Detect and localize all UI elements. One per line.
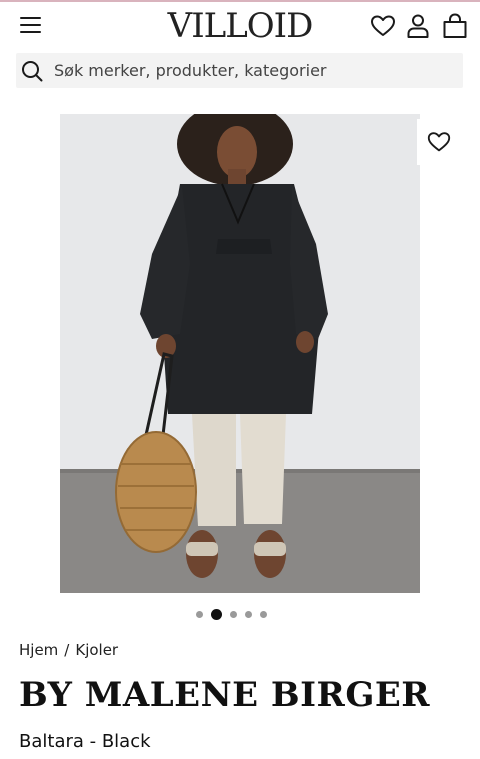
site-header: VILLOID — [0, 2, 480, 50]
breadcrumb-home-link[interactable]: Hjem — [19, 641, 58, 659]
wishlist-button[interactable] — [369, 12, 397, 40]
breadcrumb: Hjem / Kjoler — [19, 641, 118, 659]
menu-button[interactable] — [18, 14, 44, 38]
carousel-dot[interactable] — [245, 610, 252, 618]
product-brand[interactable]: BY MALENE BIRGER — [19, 675, 430, 715]
site-logo[interactable]: VILLOID — [150, 6, 330, 46]
carousel-dot-active[interactable] — [211, 608, 222, 620]
search-icon[interactable] — [20, 59, 44, 83]
heart-icon — [371, 15, 395, 36]
shopping-bag-icon — [443, 13, 467, 38]
carousel-dot[interactable] — [260, 610, 267, 618]
cart-button[interactable] — [441, 12, 469, 40]
breadcrumb-separator: / — [64, 641, 70, 659]
hamburger-menu-icon — [20, 17, 41, 19]
product-name: Baltara - Black — [19, 731, 151, 752]
add-to-favorites-button[interactable] — [417, 119, 461, 165]
search-bar[interactable] — [16, 53, 463, 88]
breadcrumb-category-link[interactable]: Kjoler — [75, 641, 118, 659]
product-image[interactable] — [60, 114, 420, 593]
product-photo — [60, 114, 420, 593]
carousel-dot[interactable] — [196, 610, 203, 618]
heart-icon — [427, 132, 451, 152]
carousel-dot[interactable] — [230, 610, 237, 618]
search-input[interactable] — [54, 53, 454, 88]
user-icon — [407, 14, 429, 38]
account-button[interactable] — [404, 12, 432, 40]
image-carousel-dots — [196, 608, 267, 620]
